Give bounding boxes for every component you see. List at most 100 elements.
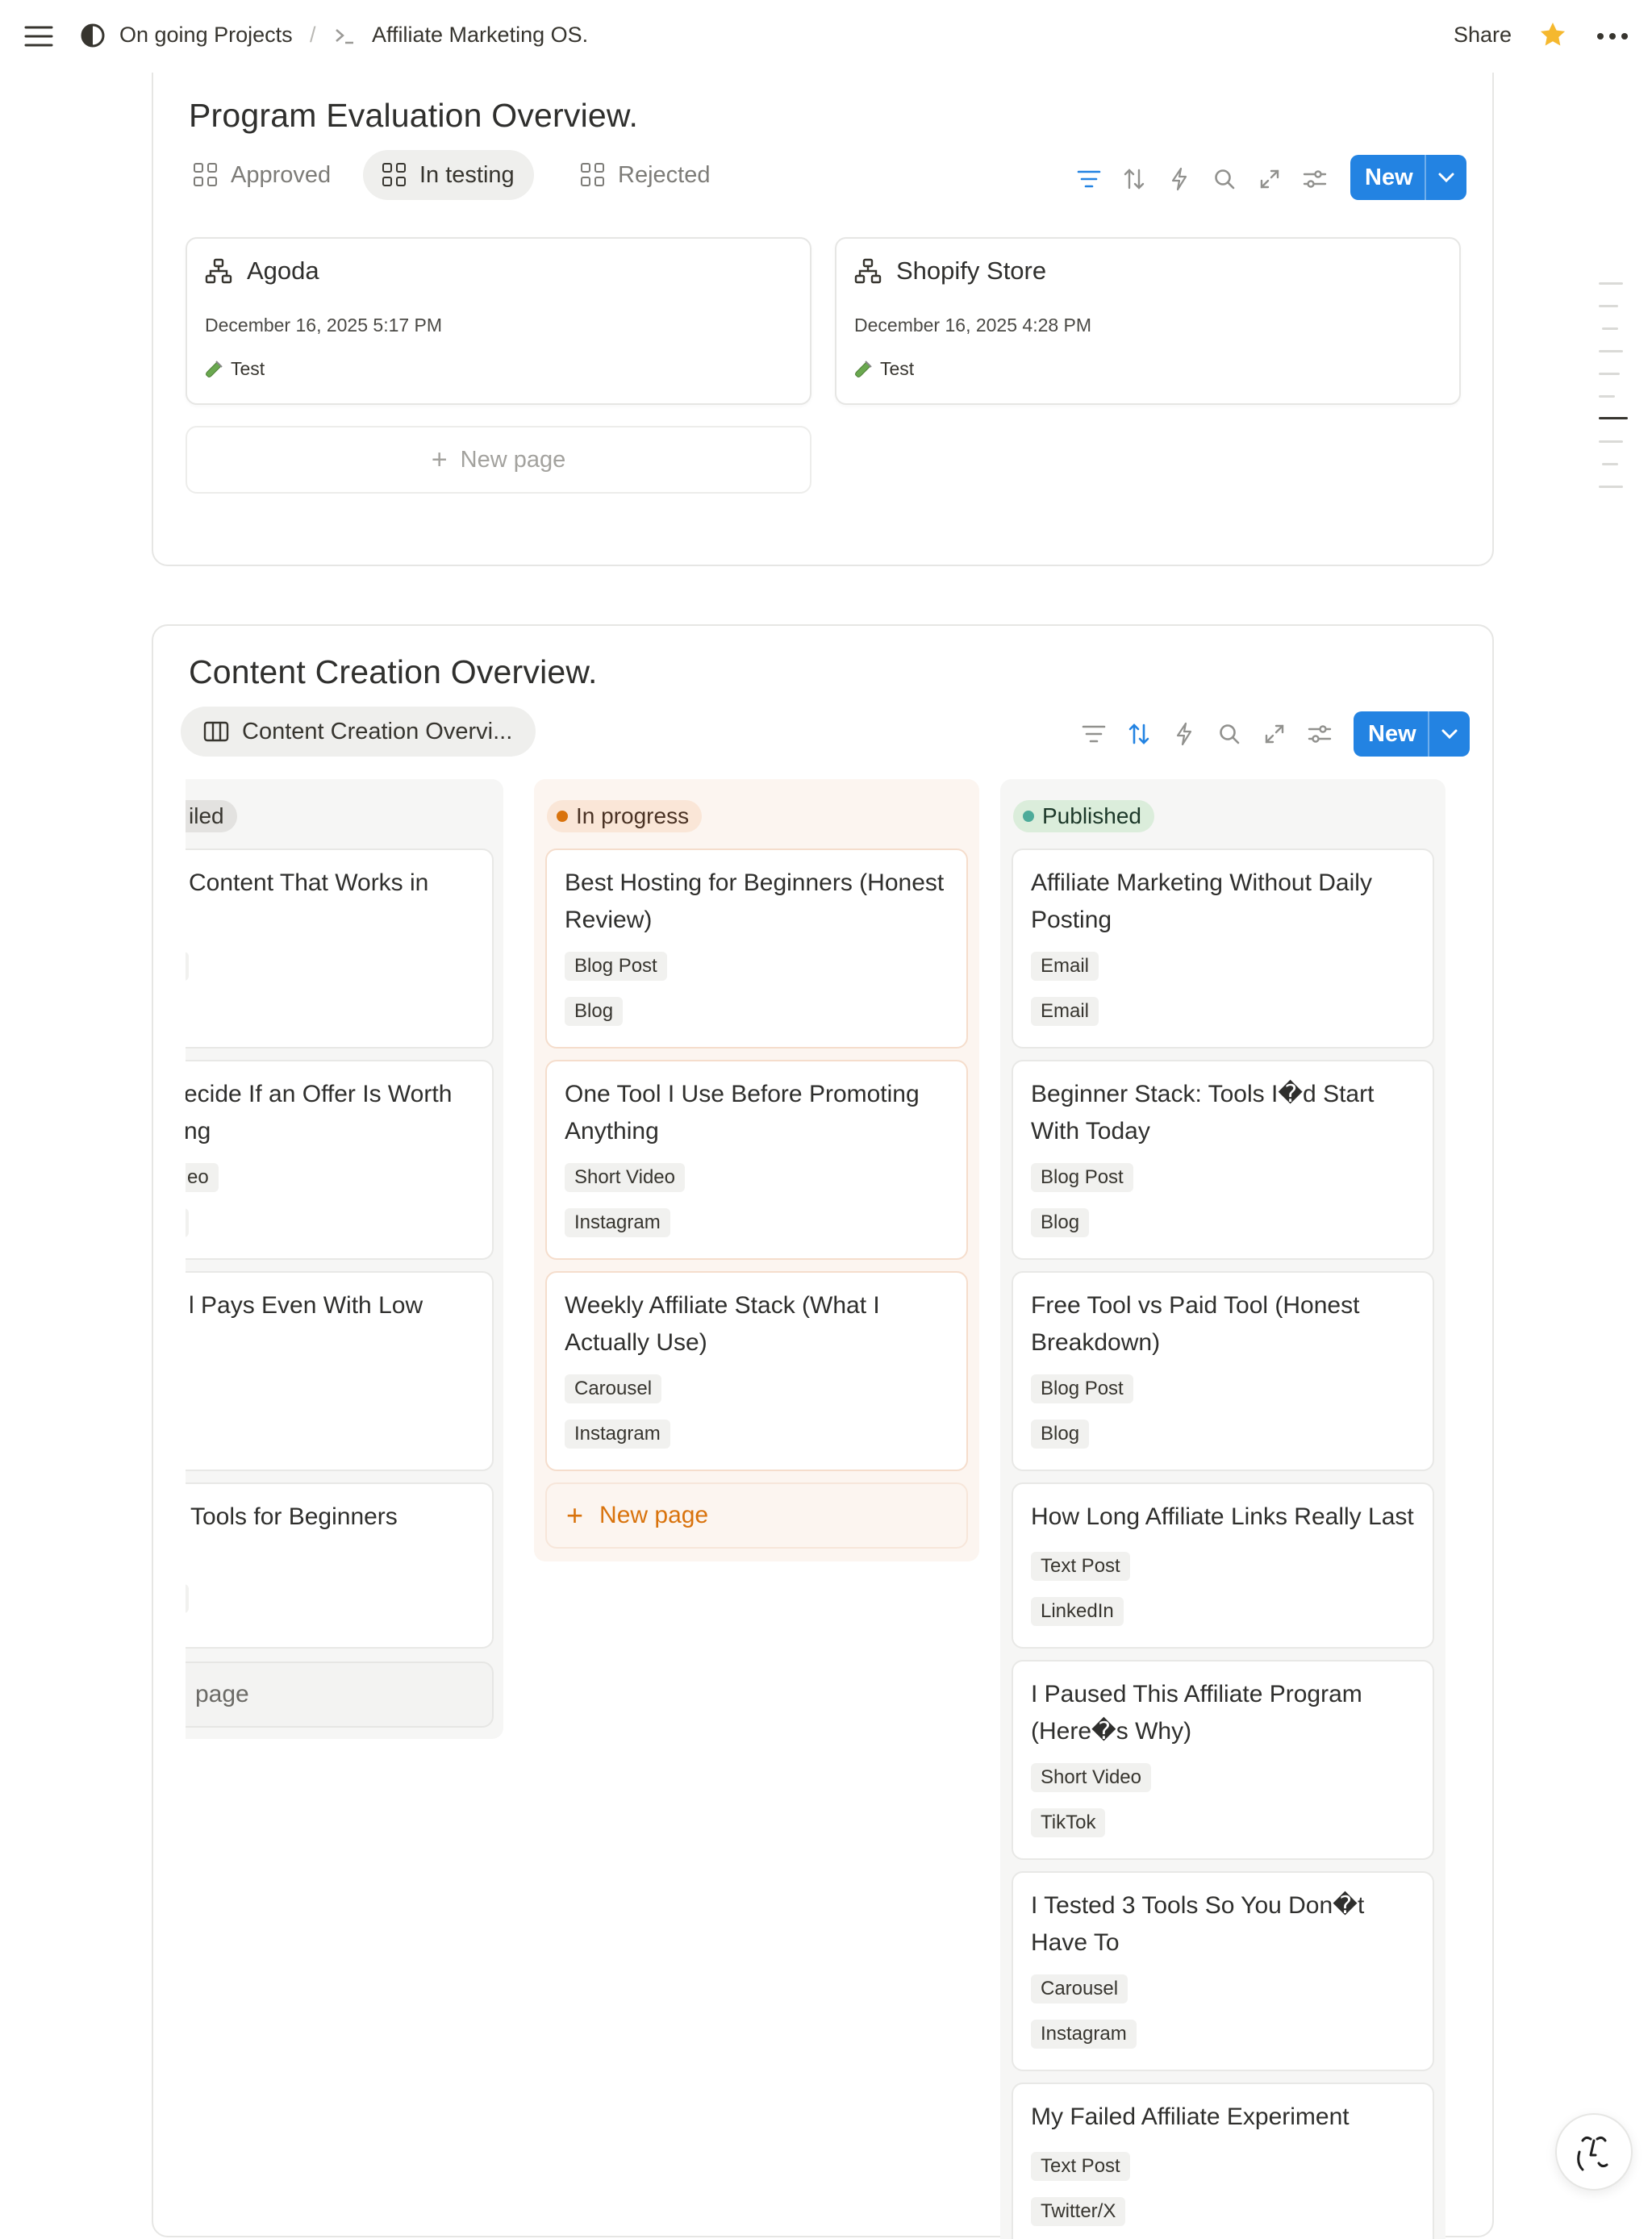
card-tag: Email [1031,952,1099,981]
card-title: Best Hosting for Beginners (Honest Revie… [565,869,945,933]
board-card[interactable]: Tools for Beginners [186,1482,494,1649]
card-tag [186,1208,189,1237]
card-tag: Instagram [565,1420,670,1449]
card-title: l Pays Even With Low [189,1292,423,1319]
card-tag: Text Post [1031,1552,1130,1581]
status-pill: Published [1013,800,1154,832]
settings-sliders-icon[interactable] [1299,163,1331,195]
board-card[interactable]: I Tested 3 Tools So You Don�t Have To Ca… [1012,1871,1434,2071]
card-tag: LinkedIn [1031,1597,1124,1626]
card-tag: Blog Post [1031,1374,1133,1403]
card-title: I Paused This Affiliate Program (Here�s … [1031,1681,1362,1745]
card-title: Shopify Store [896,256,1047,285]
card-title: Affiliate Marketing Without Daily Postin… [1031,869,1372,933]
card-title: Tools for Beginners [190,1503,398,1530]
card-title: One Tool I Use Before Promoting Anything [565,1081,920,1145]
card-title: My Failed Affiliate Experiment [1031,2103,1350,2130]
favorite-star-icon[interactable] [1537,19,1568,50]
breadcrumb-workspace[interactable]: On going Projects [119,23,293,48]
board-card[interactable]: My Failed Affiliate Experiment Text Post… [1012,2083,1434,2239]
board-card[interactable]: I Paused This Affiliate Program (Here�s … [1012,1660,1434,1860]
board: iled Content That Works in ecide If an O… [186,779,1492,2239]
card-tag: eo [186,1163,219,1192]
expand-icon[interactable] [1254,163,1286,195]
board-card[interactable]: Weekly Affiliate Stack (What I Actually … [545,1271,968,1471]
card-tag: Blog Post [1031,1163,1133,1192]
new-button[interactable]: New [1354,711,1470,757]
board-card[interactable]: Affiliate Marketing Without Daily Postin… [1012,848,1434,1049]
new-page-button[interactable]: + New page [186,426,811,494]
menu-icon[interactable] [24,24,53,48]
gallery-icon [194,163,218,187]
card-tag: Short Video [1031,1763,1151,1792]
board-card[interactable]: Beginner Stack: Tools I�d Start With Tod… [1012,1060,1434,1260]
card-tag [186,952,189,981]
card-tag: Carousel [1031,1974,1128,2003]
settings-sliders-icon[interactable] [1304,718,1336,750]
gallery-icon [581,163,605,187]
expand-icon[interactable] [1258,718,1291,750]
plus-icon: + [431,444,448,475]
tab-rejected[interactable]: Rejected [563,150,728,200]
card-date: December 16, 2025 4:28 PM [854,315,1092,336]
program-evaluation-panel: Program Evaluation Overview. Approved In… [152,48,1494,566]
card-title: ecide If an Offer Is Worth ng [186,1081,453,1145]
board-card[interactable]: l Pays Even With Low [186,1271,494,1471]
sort-icon[interactable] [1118,163,1150,195]
breadcrumb-page[interactable]: Affiliate Marketing OS. [372,23,588,48]
top-bar: On going Projects / Affiliate Marketing … [0,0,1652,73]
card-tag: Instagram [565,1208,670,1237]
card-title: I Tested 3 Tools So You Don�t Have To [1031,1892,1365,1956]
board-card[interactable]: ecide If an Offer Is Worth ng eo [186,1060,494,1260]
ai-assistant-button[interactable] [1555,2113,1633,2191]
card-title: Content That Works in [189,869,429,896]
section-title: Content Creation Overview. [189,653,598,690]
status-dot [557,811,568,822]
automation-bolt-icon[interactable] [1168,718,1200,750]
search-icon[interactable] [1213,718,1245,750]
card-tag: Blog Post [565,952,667,981]
new-button[interactable]: New [1350,155,1466,200]
gallery-card[interactable]: Agoda December 16, 2025 5:17 PM Test [186,237,811,405]
board-card[interactable]: How Long Affiliate Links Really Last Tex… [1012,1482,1434,1649]
new-page-button[interactable]: + New page [545,1482,968,1549]
card-tag: TikTok [1031,1808,1106,1837]
board-card[interactable]: Best Hosting for Beginners (Honest Revie… [545,848,968,1049]
status-dot [1023,811,1034,822]
share-button[interactable]: Share [1454,23,1512,48]
card-title: Free Tool vs Paid Tool (Honest Breakdown… [1031,1292,1360,1356]
chevron-down-icon[interactable] [1426,172,1466,183]
content-creation-panel: Content Creation Overview. Content Creat… [152,624,1494,2239]
sort-icon[interactable] [1123,718,1155,750]
automation-bolt-icon[interactable] [1163,163,1195,195]
gallery-icon [382,163,407,187]
board-card[interactable]: Free Tool vs Paid Tool (Honest Breakdown… [1012,1271,1434,1471]
workspace-icon [80,23,106,48]
search-icon[interactable] [1208,163,1241,195]
card-tag: Instagram [1031,2020,1137,2049]
filter-icon[interactable] [1078,718,1110,750]
card-tag: Carousel [565,1374,662,1403]
board-card[interactable]: One Tool I Use Before Promoting Anything… [545,1060,968,1260]
chevron-down-icon[interactable] [1429,728,1470,740]
status-pill: iled [186,800,237,832]
more-options-icon[interactable] [1596,31,1629,40]
card-tag: Short Video [565,1163,685,1192]
filter-icon[interactable] [1073,163,1105,195]
card-tag: Blog [1031,1208,1090,1237]
board-card[interactable]: Content That Works in [186,848,494,1049]
card-tag: Text Post [1031,2152,1130,2181]
card-date: December 16, 2025 5:17 PM [205,315,443,336]
card-title: Weekly Affiliate Stack (What I Actually … [565,1292,880,1356]
card-tag [186,1584,189,1613]
new-page-button[interactable]: page [186,1662,494,1728]
breadcrumb-separator: / [310,23,316,47]
tab-approved[interactable]: Approved [176,150,348,200]
plus-icon: + [566,1499,584,1532]
test-tube-icon [205,360,223,378]
section-title: Program Evaluation Overview. [189,97,639,134]
tab-content-creation-board[interactable]: Content Creation Overvi... [181,707,536,757]
gallery-card[interactable]: Shopify Store December 16, 2025 4:28 PM … [835,237,1461,405]
tab-in-testing[interactable]: In testing [363,150,534,200]
card-tag: Email [1031,997,1099,1026]
